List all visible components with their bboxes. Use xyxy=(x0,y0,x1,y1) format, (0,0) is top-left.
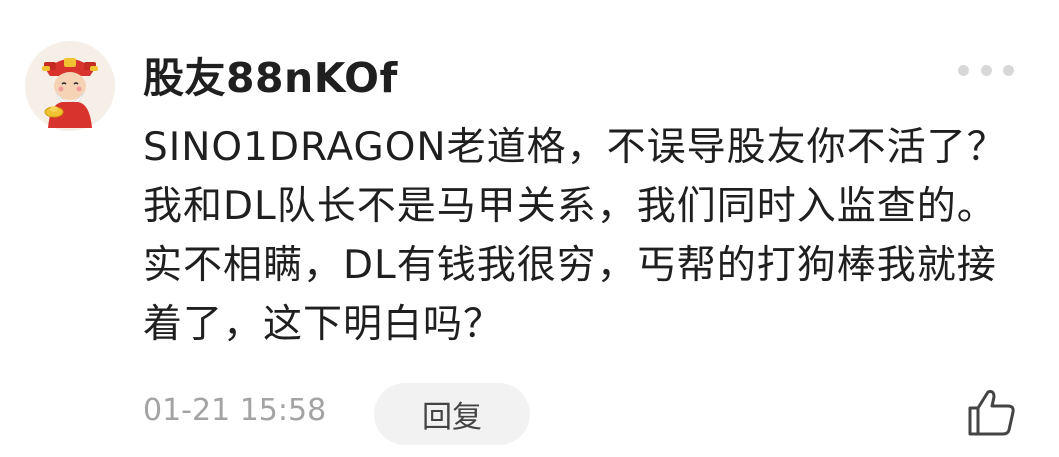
like-button[interactable] xyxy=(964,388,1018,438)
more-options-button[interactable] xyxy=(958,60,1014,80)
comment-item: 股友88nKOf SINO1DRAGON老道格，不误导股友你不活了？我和DL队长… xyxy=(0,0,1059,457)
thumbs-up-icon xyxy=(968,390,1015,436)
comment-timestamp: 01-21 15:58 xyxy=(143,393,327,428)
more-dot-icon xyxy=(980,64,992,76)
reply-button[interactable]: 回复 xyxy=(374,383,530,445)
comment-content: SINO1DRAGON老道格，不误导股友你不活了？我和DL队长不是马甲关系，我们… xyxy=(143,125,1007,347)
more-dot-icon xyxy=(958,64,969,76)
fortune-god-avatar-icon xyxy=(25,41,115,131)
reply-label: 回复 xyxy=(422,400,482,435)
avatar[interactable] xyxy=(24,40,116,132)
username[interactable]: 股友88nKOf xyxy=(143,44,398,104)
more-dot-icon xyxy=(1003,64,1014,76)
